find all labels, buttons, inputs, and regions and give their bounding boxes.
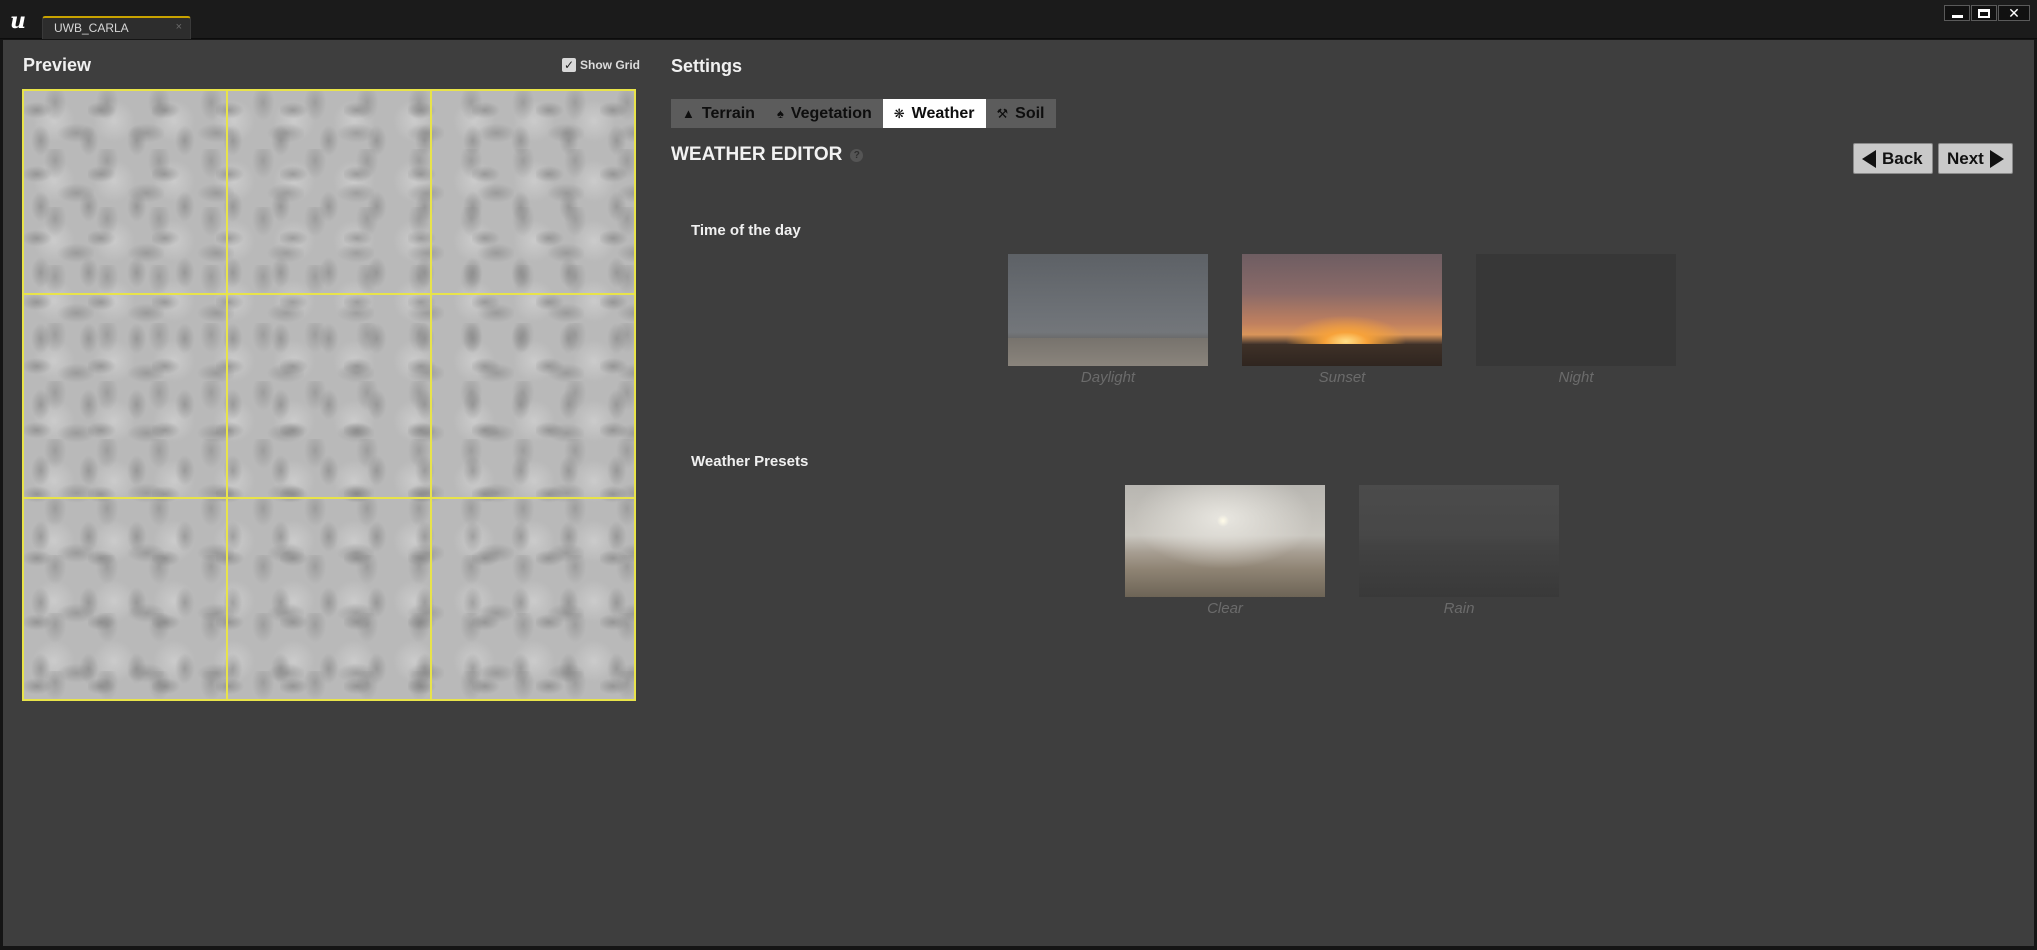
terrain-preview-viewport[interactable] (22, 89, 636, 701)
next-button[interactable]: Next (1938, 143, 2013, 174)
weather-editor-title: WEATHER EDITOR ? (671, 144, 864, 166)
sunset-ground (1242, 344, 1442, 366)
settings-title: Settings (671, 56, 743, 76)
document-tab-label: UWB_CARLA (54, 21, 129, 35)
maximize-icon (1978, 8, 1990, 18)
show-grid-checkbox[interactable]: ✓ (562, 58, 576, 72)
tab-soil-label: Soil (1015, 104, 1045, 122)
clear-preset-option[interactable] (1125, 485, 1325, 597)
grid-line-horizontal (24, 293, 634, 295)
clear-caption: Clear (1207, 600, 1243, 617)
minimize-button[interactable] (1944, 5, 1970, 21)
mountain-icon: ▲ (682, 106, 695, 121)
close-icon: ✕ (2008, 5, 2020, 21)
unreal-engine-logo-icon[interactable]: u (5, 8, 31, 34)
trees-icon: ♠ (776, 106, 784, 121)
show-grid-label: Show Grid (580, 58, 640, 72)
grid-line-vertical (430, 91, 432, 699)
tab-terrain[interactable]: ▲ Terrain (671, 99, 766, 128)
tab-weather[interactable]: ❋ Weather (882, 99, 986, 128)
night-caption: Night (1558, 369, 1594, 386)
grid-line-horizontal (24, 497, 634, 499)
title-bar: u UWB_CARLA × ✕ (0, 0, 2037, 39)
arrow-left-icon (1862, 149, 1876, 168)
daylight-option[interactable] (1008, 254, 1208, 366)
help-icon[interactable]: ? (850, 148, 864, 162)
weather-icon: ❋ (893, 105, 905, 121)
maximize-button[interactable] (1971, 5, 1997, 21)
settings-tab-bar: ▲ Terrain ♠ Vegetation ❋ Weather ⚒ Soil (671, 99, 1056, 128)
tab-soil[interactable]: ⚒ Soil (986, 99, 1056, 128)
tab-vegetation[interactable]: ♠ Vegetation (766, 99, 883, 128)
daylight-caption: Daylight (1080, 369, 1136, 386)
main-panel: Preview ✓ Show Grid Settings ▲ Terrain ♠… (3, 40, 2034, 946)
preview-title: Preview (23, 55, 92, 75)
rain-caption: Rain (1443, 600, 1475, 617)
close-window-button[interactable]: ✕ (1998, 5, 2030, 21)
tab-vegetation-label: Vegetation (790, 104, 872, 122)
back-button-label: Back (1882, 148, 1923, 168)
document-tab-close-icon[interactable]: × (176, 21, 182, 33)
weather-presets-label: Weather Presets (691, 453, 809, 470)
document-tab[interactable]: UWB_CARLA × (42, 16, 191, 39)
daylight-ground (1008, 338, 1208, 366)
shovel-icon: ⚒ (996, 105, 1009, 121)
sunset-option[interactable] (1242, 254, 1442, 366)
night-option[interactable] (1476, 254, 1676, 366)
sunset-caption: Sunset (1318, 369, 1366, 386)
window-controls: ✕ (1943, 5, 2030, 21)
tab-terrain-label: Terrain (701, 104, 755, 122)
grid-line-vertical (226, 91, 228, 699)
next-button-label: Next (1947, 148, 1984, 168)
back-button[interactable]: Back (1853, 143, 1933, 174)
show-grid-toggle[interactable]: ✓ Show Grid (562, 58, 640, 72)
minimize-icon (1951, 14, 1963, 18)
rain-preset-option[interactable] (1359, 485, 1559, 597)
arrow-right-icon (1989, 149, 2004, 168)
tab-weather-label: Weather (911, 104, 975, 122)
time-of-day-label: Time of the day (691, 222, 801, 239)
weather-editor-title-text: WEATHER EDITOR (671, 144, 843, 165)
